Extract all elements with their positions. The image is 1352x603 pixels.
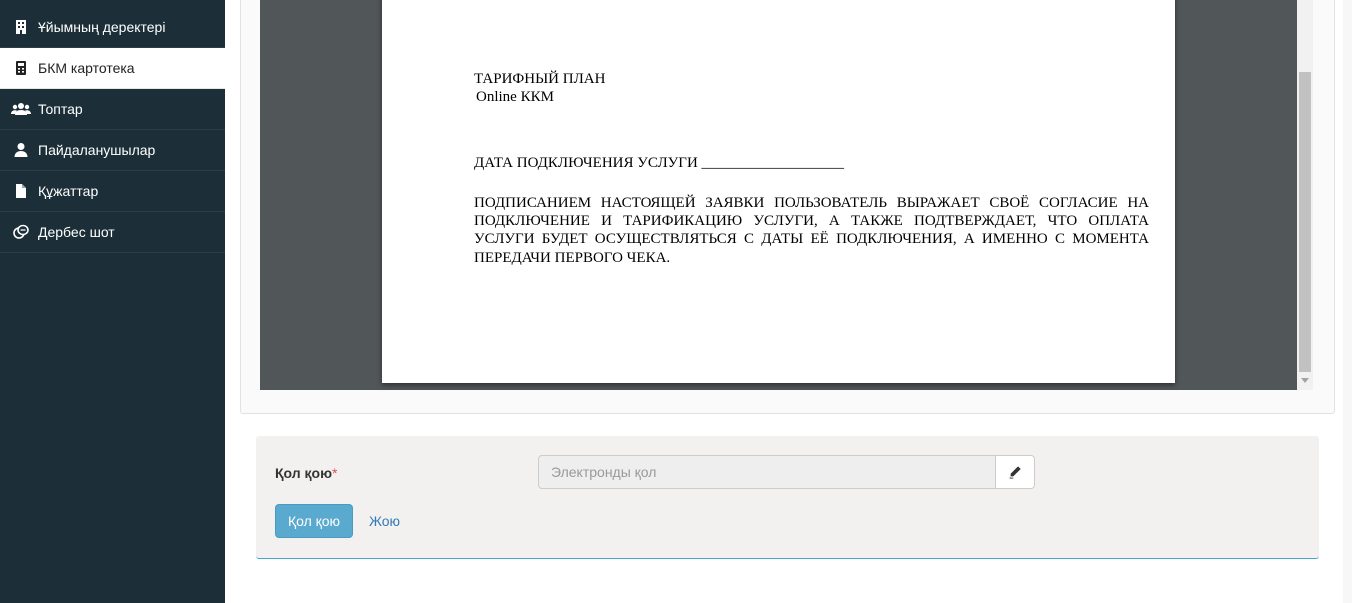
user-icon [13, 142, 29, 158]
sidebar-item-users[interactable]: Пайдаланушылар [0, 130, 225, 171]
file-icon [13, 183, 29, 199]
sidebar: Ұйымның деректері БКМ картотека Топтар П… [0, 0, 225, 603]
sidebar-item-documents[interactable]: Құжаттар [0, 171, 225, 212]
sign-label-text: Қол қою [275, 465, 333, 481]
sidebar-item-label: Құжаттар [38, 183, 99, 199]
coins-icon [13, 224, 29, 240]
sidebar-item-organization-data[interactable]: Ұйымның деректері [0, 7, 225, 48]
sign-button[interactable]: Қол қою [275, 504, 353, 538]
connection-date-line: ДАТА ПОДКЛЮЧЕНИЯ УСЛУГИ ________________… [474, 155, 845, 171]
building-icon [13, 19, 29, 35]
cancel-link[interactable]: Жою [369, 513, 400, 529]
document-title: ТАРИФНЫЙ ПЛАН [474, 71, 606, 87]
document-page: ТАРИФНЫЙ ПЛАН Online ККМ ДАТА ПОДКЛЮЧЕНИ… [382, 0, 1175, 383]
signature-pen-button[interactable] [995, 455, 1035, 489]
sidebar-item-groups[interactable]: Топтар [0, 89, 225, 130]
users-icon [11, 101, 31, 117]
sidebar-item-label: БКМ картотека [38, 60, 135, 76]
sidebar-item-label: Ұйымның деректері [38, 19, 166, 35]
scrollbar-thumb[interactable] [1299, 72, 1311, 372]
electronic-signature-input[interactable] [538, 455, 996, 489]
pencil-icon [1008, 465, 1022, 479]
sidebar-item-personal-account[interactable]: Дербес шот [0, 212, 225, 253]
page-scrollbar[interactable] [1343, 0, 1352, 603]
pdf-viewer[interactable]: ТАРИФНЫЙ ПЛАН Online ККМ ДАТА ПОДКЛЮЧЕНИ… [260, 0, 1313, 390]
sign-form: Қол қою* Қол қою Жою [256, 436, 1319, 559]
sidebar-item-label: Топтар [38, 101, 83, 117]
agreement-text: ПОДПИСАНИЕМ НАСТОЯЩЕЙ ЗАЯВКИ ПОЛЬЗОВАТЕЛ… [474, 195, 1149, 266]
sidebar-item-label: Пайдаланушылар [38, 142, 156, 158]
required-mark: * [332, 465, 338, 481]
scroll-down-arrow-icon[interactable] [1301, 378, 1309, 383]
sidebar-item-kkm-cards[interactable]: БКМ картотека [0, 48, 225, 89]
calculator-icon [13, 60, 29, 76]
viewer-scrollbar[interactable] [1297, 0, 1313, 390]
sign-label: Қол қою* [275, 465, 338, 481]
sidebar-item-label: Дербес шот [38, 224, 115, 240]
document-subtitle: Online ККМ [476, 89, 554, 105]
